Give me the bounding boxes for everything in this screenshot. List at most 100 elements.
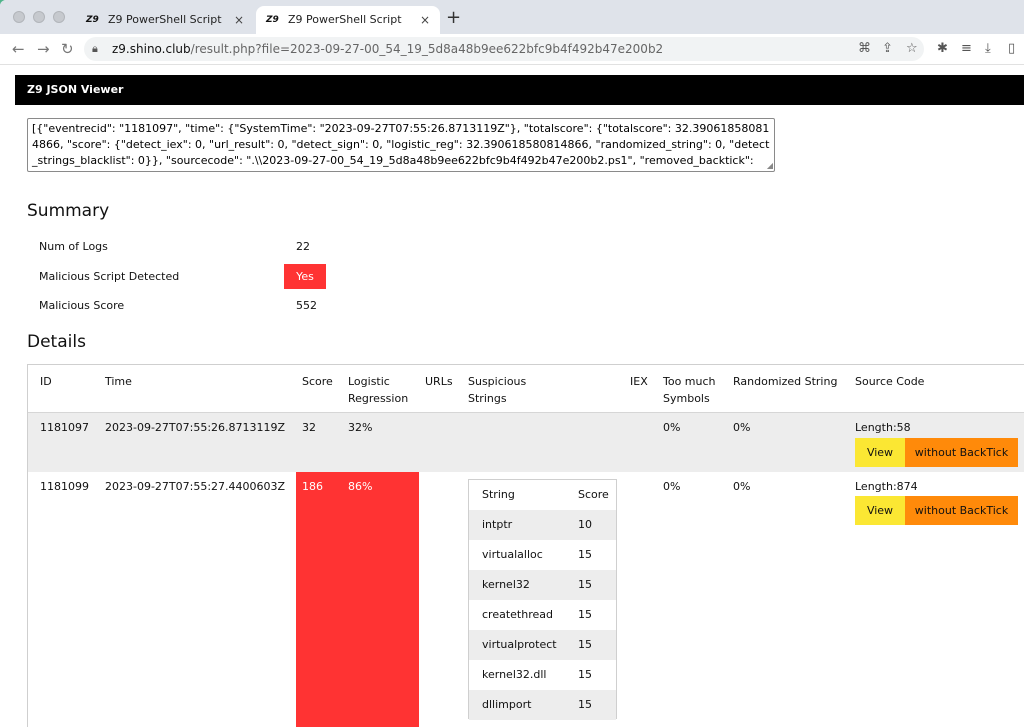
list-item: kernel32 15: [469, 570, 616, 600]
col-header-score: Score: [302, 375, 333, 388]
col-header-symbols-line1: Too much: [663, 375, 716, 388]
col-header-logistic-line2: Regression: [348, 392, 409, 405]
suspicious-score: 15: [578, 548, 592, 561]
suspicious-score: 15: [578, 638, 592, 651]
suspicious-score: 15: [578, 608, 592, 621]
cell-length: Length:874: [855, 480, 918, 493]
tab-2-active[interactable]: Z9 Z9 PowerShell Script Analyzer ×: [256, 6, 440, 54]
col-header-logistic: Logistic Regression: [348, 373, 408, 407]
cell-length: Length:58: [855, 421, 911, 434]
cell-symbols: 0%: [663, 480, 681, 493]
z9-favicon-icon: Z9: [86, 15, 99, 25]
side-panel-icon[interactable]: ▯: [1008, 42, 1015, 56]
summary-value-malicious-score: 552: [296, 299, 317, 312]
back-arrow-icon[interactable]: ←: [12, 40, 25, 58]
cell-randomized: 0%: [733, 421, 751, 434]
reading-list-icon[interactable]: ≡: [961, 42, 972, 56]
suspicious-score: 15: [578, 698, 592, 711]
lock-icon: 🔒︎: [92, 42, 98, 55]
suspicious-string: kernel32: [482, 578, 530, 591]
col-header-logistic-line1: Logistic: [348, 375, 390, 388]
tab-1[interactable]: Z9 Z9 PowerShell Script Analyzer ×: [76, 6, 254, 54]
col-header-suspicious: Suspicious Strings: [468, 373, 526, 407]
list-item: dllimport 15: [469, 690, 616, 720]
without-backtick-button[interactable]: without BackTick: [905, 496, 1018, 525]
page-content: Z9 JSON Viewer [{"eventrecid": "1181097"…: [0, 65, 1024, 727]
suspicious-score: 10: [578, 518, 592, 531]
suspicious-string: virtualalloc: [482, 548, 543, 561]
bookmark-star-icon[interactable]: ☆: [906, 42, 918, 56]
col-header-time: Time: [105, 375, 132, 388]
suspicious-score: 15: [578, 668, 592, 681]
browser-window: Z9 Z9 PowerShell Script Analyzer × Z9 Z9…: [0, 0, 1024, 727]
details-heading: Details: [27, 332, 86, 352]
json-textarea[interactable]: [{"eventrecid": "1181097", "time": {"Sys…: [27, 118, 775, 172]
summary-heading: Summary: [27, 201, 110, 221]
new-tab-icon[interactable]: +: [446, 8, 461, 28]
summary-value-num-logs: 22: [296, 240, 310, 253]
url-path: /result.php?file=2023-09-27-00_54_19_5d8…: [190, 42, 664, 56]
malicious-highlight: 186 86%: [296, 472, 419, 727]
col-header-symbols: Too much Symbols: [663, 373, 716, 407]
col-header-id: ID: [40, 375, 52, 388]
cell-score: 32: [302, 421, 316, 434]
summary-label-malicious-detected: Malicious Script Detected: [39, 270, 180, 283]
cell-time: 2023-09-27T07:55:27.4400603Z: [105, 480, 286, 493]
col-header-urls: URLs: [425, 375, 453, 388]
url-host: z9.shino.club: [112, 42, 191, 56]
col-header-symbols-line2: Symbols: [663, 392, 710, 405]
suspicious-header-row: String Score: [469, 480, 616, 510]
download-icon[interactable]: ⤓: [985, 42, 991, 56]
resize-grip-icon[interactable]: ◢: [767, 162, 773, 170]
without-backtick-button[interactable]: without BackTick: [905, 438, 1018, 467]
url-text: z9.shino.club/result.php?file=2023-09-27…: [112, 37, 663, 61]
list-item: virtualalloc 15: [469, 540, 616, 570]
window-close-control[interactable]: [13, 11, 25, 23]
col-header-suspicious-line1: Suspicious: [468, 375, 527, 388]
window-zoom-control[interactable]: [53, 11, 65, 23]
tab-close-icon[interactable]: ×: [234, 6, 244, 34]
cell-score: 186: [302, 480, 323, 493]
table-row: 1181099 2023-09-27T07:55:27.4400603Z 186…: [28, 472, 1024, 727]
summary-label-num-logs: Num of Logs: [39, 240, 108, 253]
reload-icon[interactable]: ↻: [61, 40, 74, 58]
col-header-suspicious-line2: Strings: [468, 392, 507, 405]
app-title-bar: Z9 JSON Viewer: [15, 75, 1024, 105]
json-text: [{"eventrecid": "1181097", "time": {"Sys…: [32, 122, 770, 171]
table-row: 1181097 2023-09-27T07:55:26.8713119Z 32 …: [28, 412, 1024, 473]
cell-logistic: 86%: [348, 480, 373, 493]
suspicious-header-string: String: [482, 488, 515, 501]
window-minimize-control[interactable]: [33, 11, 45, 23]
translate-icon[interactable]: ⌘: [858, 42, 871, 56]
details-table: ID Time Score Logistic Regression URLs Su…: [27, 364, 1024, 727]
view-button[interactable]: View: [855, 496, 905, 525]
suspicious-score: 15: [578, 578, 592, 591]
list-item: createthread 15: [469, 600, 616, 630]
col-header-source: Source Code: [855, 375, 925, 388]
suspicious-string: kernel32.dll: [482, 668, 547, 681]
view-button[interactable]: View: [855, 438, 905, 467]
cell-symbols: 0%: [663, 421, 681, 434]
col-header-randomized: Randomized String: [733, 375, 838, 388]
suspicious-header-score: Score: [578, 488, 609, 501]
list-item: virtualprotect 15: [469, 630, 616, 660]
suspicious-string: dllimport: [482, 698, 532, 711]
tab-close-icon[interactable]: ×: [420, 6, 430, 34]
summary-label-malicious-score: Malicious Score: [39, 299, 125, 312]
address-bar[interactable]: 🔒︎ z9.shino.club/result.php?file=2023-09…: [84, 37, 924, 61]
col-header-iex: IEX: [630, 375, 648, 388]
list-item: kernel32.dll 15: [469, 660, 616, 690]
cell-logistic: 32%: [348, 421, 373, 434]
cell-randomized: 0%: [733, 480, 751, 493]
forward-arrow-icon[interactable]: →: [37, 40, 50, 58]
suspicious-strings-table: String Score intptr 10 virtualalloc 15 k…: [468, 479, 617, 720]
suspicious-string: intptr: [482, 518, 513, 531]
browser-toolbar: ← → ↻ 🔒︎ z9.shino.club/result.php?file=2…: [0, 34, 1024, 65]
status-badge: Yes: [284, 264, 326, 289]
cell-id: 1181099: [40, 480, 89, 493]
suspicious-string: virtualprotect: [482, 638, 557, 651]
share-icon[interactable]: ⇪: [882, 42, 893, 56]
extensions-icon[interactable]: ✱: [937, 42, 948, 56]
tab-strip: Z9 Z9 PowerShell Script Analyzer × Z9 Z9…: [0, 0, 1024, 54]
suspicious-string: createthread: [482, 608, 553, 621]
